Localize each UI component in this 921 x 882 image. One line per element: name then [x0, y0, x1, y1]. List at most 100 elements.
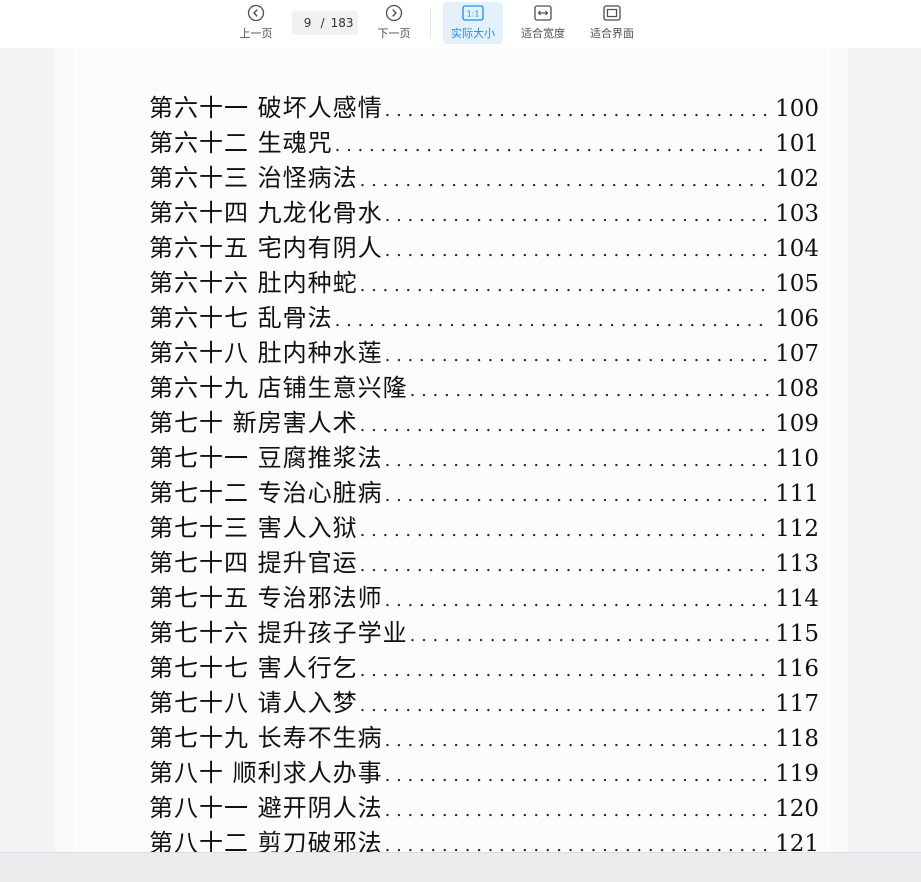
viewer-toolbar: 上一页 / 183 下一页 1:1 实际大小 适合宽度 — [0, 0, 921, 48]
toc-dot-leader — [410, 380, 771, 401]
fit-width-button[interactable]: 适合宽度 — [513, 2, 573, 44]
toc-entry-title: 第七十一 豆腐推浆法 — [149, 444, 383, 472]
next-page-button[interactable]: 下一页 — [369, 2, 419, 44]
fit-page-icon — [603, 3, 621, 23]
toc-entry-title: 第七十二 专治心脏病 — [149, 479, 383, 507]
toc-entry-title: 第六十八 肚内种水莲 — [149, 339, 383, 367]
toc-entry[interactable]: 第七十九 长寿不生病 118 — [149, 718, 819, 753]
toc-entry-title: 第七十九 长寿不生病 — [149, 724, 383, 752]
toc-entry-page: 108 — [775, 376, 819, 402]
toc-entry[interactable]: 第七十三 害人入狱 112 — [149, 508, 819, 543]
toc-entry-page: 113 — [775, 551, 819, 577]
document-viewport[interactable]: 第六十一 破坏人感情100第六十二 生魂咒101第六十三 治怪病法102第六十四… — [0, 48, 921, 852]
toc-entry[interactable]: 第六十八 肚内种水莲 107 — [149, 333, 819, 368]
toc-entry-page: 109 — [775, 411, 819, 437]
toc-entry-page: 103 — [775, 201, 819, 227]
toc-entry[interactable]: 第七十七 害人行乞 116 — [149, 648, 819, 683]
fit-width-label: 适合宽度 — [521, 27, 565, 40]
document-page: 第六十一 破坏人感情100第六十二 生魂咒101第六十三 治怪病法102第六十四… — [55, 48, 848, 852]
toc-entry-page: 118 — [775, 726, 819, 752]
toc-entry-page: 116 — [775, 656, 819, 682]
toc-entry[interactable]: 第七十四 提升官运 113 — [149, 543, 819, 578]
toc-entry[interactable]: 第七十六 提升孩子学业 115 — [149, 613, 819, 648]
chevron-right-icon — [385, 3, 403, 23]
toc-entry-page: 107 — [775, 341, 819, 367]
toc-entry-page: 110 — [775, 446, 819, 472]
prev-page-button[interactable]: 上一页 — [231, 2, 281, 44]
actual-size-icon-text: 1:1 — [467, 10, 480, 19]
toolbar-divider — [430, 8, 431, 38]
toc-entry-page: 112 — [775, 516, 819, 542]
toc-entry-page: 105 — [775, 271, 819, 297]
toc-dot-leader — [385, 240, 771, 261]
toc-entry-page: 120 — [775, 796, 819, 822]
toc-entry[interactable]: 第八十 顺利求人办事 119 — [149, 753, 819, 788]
toc-entry[interactable]: 第六十七 乱骨法 106 — [149, 298, 819, 333]
page-separator: / — [320, 16, 325, 30]
fit-page-button[interactable]: 适合界面 — [582, 2, 642, 44]
toc-entry[interactable]: 第六十六 肚内种蛇 105 — [149, 263, 819, 298]
bottom-bar — [0, 852, 921, 882]
toc-entry-title: 第六十二 生魂咒 — [149, 129, 333, 157]
toc-entry[interactable]: 第七十 新房害人术 109 — [149, 403, 819, 438]
toc-entry-page: 117 — [775, 691, 819, 717]
toc-dot-leader — [385, 485, 771, 506]
toc-entry-title: 第七十四 提升官运 — [149, 549, 358, 577]
toc-entry[interactable]: 第六十二 生魂咒 101 — [149, 123, 819, 158]
toc-dot-leader — [385, 835, 771, 852]
toc-entry[interactable]: 第六十三 治怪病法 102 — [149, 158, 819, 193]
toc-dot-leader — [335, 310, 771, 331]
toc-dot-leader — [360, 555, 771, 576]
toc-dot-leader — [335, 135, 771, 156]
actual-size-icon: 1:1 — [462, 3, 484, 23]
toc-dot-leader — [360, 275, 771, 296]
toc-dot-leader — [385, 345, 771, 366]
toc-entry[interactable]: 第八十二 剪刀破邪法 121 — [149, 823, 819, 852]
toc-dot-leader — [360, 520, 771, 541]
actual-size-button[interactable]: 1:1 实际大小 — [443, 2, 503, 44]
toc-entry-page: 106 — [775, 306, 819, 332]
toc-entry-title: 第六十三 治怪病法 — [149, 164, 358, 192]
toc-entry-page: 111 — [775, 481, 819, 507]
toc-dot-leader — [385, 730, 771, 751]
current-page-input[interactable] — [296, 16, 319, 30]
toc-entry-title: 第六十一 破坏人感情 — [149, 94, 383, 122]
toc-entry-title: 第六十七 乱骨法 — [149, 304, 333, 332]
toc-entry[interactable]: 第六十九 店铺生意兴隆 108 — [149, 368, 819, 403]
toc-entry-title: 第七十五 专治邪法师 — [149, 584, 383, 612]
toc-entry-title: 第七十七 害人行乞 — [149, 654, 358, 682]
toc-entry-page: 115 — [775, 621, 819, 647]
toc-entry[interactable]: 第七十二 专治心脏病 111 — [149, 473, 819, 508]
toc-dot-leader — [360, 660, 771, 681]
toc-entry[interactable]: 第七十五 专治邪法师 114 — [149, 578, 819, 613]
toc-entry-page: 114 — [775, 586, 819, 612]
toc-entry-title: 第七十 新房害人术 — [149, 409, 358, 437]
toc-entry-title: 第六十六 肚内种蛇 — [149, 269, 358, 297]
toc-entry-title: 第六十五 宅内有阴人 — [149, 234, 383, 262]
toc-entry[interactable]: 第七十八 请人入梦 117 — [149, 683, 819, 718]
toc-entry-title: 第八十一 避开阴人法 — [149, 794, 383, 822]
toc-entry[interactable]: 第七十一 豆腐推浆法 110 — [149, 438, 819, 473]
page-indicator: / 183 — [292, 11, 358, 35]
total-pages: 183 — [330, 16, 354, 30]
toc-entry-page: 121 — [775, 831, 819, 852]
toc-entry-title: 第六十四 九龙化骨水 — [149, 199, 383, 227]
toc-dot-leader — [385, 205, 771, 226]
toc-entry[interactable]: 第八十一 避开阴人法 120 — [149, 788, 819, 823]
chevron-left-icon — [247, 3, 265, 23]
toc-entry-page: 119 — [775, 761, 819, 787]
prev-page-label: 上一页 — [239, 27, 273, 40]
toc-entry-page: 100 — [775, 96, 819, 122]
toc-entry[interactable]: 第六十五 宅内有阴人 104 — [149, 228, 819, 263]
toc-entry-page: 101 — [775, 131, 819, 157]
toc-dot-leader — [360, 695, 771, 716]
toc-entry[interactable]: 第六十四 九龙化骨水 103 — [149, 193, 819, 228]
toc-dot-leader — [385, 800, 771, 821]
table-of-contents: 第六十一 破坏人感情100第六十二 生魂咒101第六十三 治怪病法102第六十四… — [149, 88, 819, 852]
toc-entry[interactable]: 第六十一 破坏人感情 100 — [149, 88, 819, 123]
toc-entry-page: 104 — [775, 236, 819, 262]
page-content: 第六十一 破坏人感情100第六十二 生魂咒101第六十三 治怪病法102第六十四… — [73, 48, 830, 852]
toc-dot-leader — [410, 625, 771, 646]
toc-entry-page: 102 — [775, 166, 819, 192]
toc-entry-title: 第七十六 提升孩子学业 — [149, 619, 408, 647]
